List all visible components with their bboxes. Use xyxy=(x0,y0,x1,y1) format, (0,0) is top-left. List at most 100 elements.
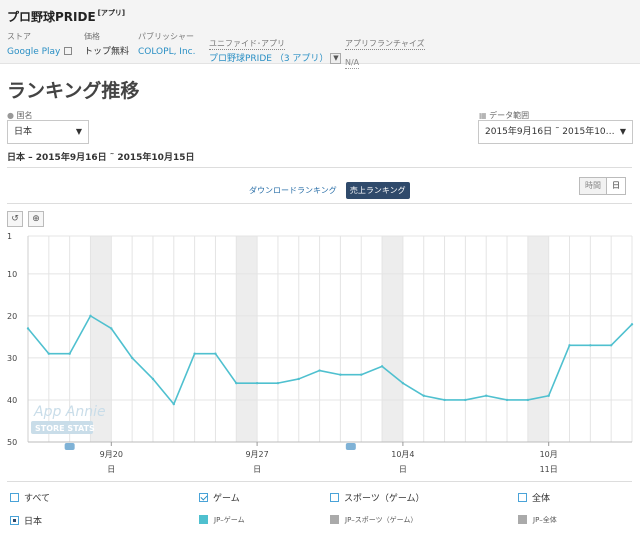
legend-series-jp-sports[interactable]: JP–スポーツ（ゲーム） xyxy=(330,514,417,525)
data-point xyxy=(505,398,509,402)
event-marker-icon xyxy=(64,443,75,450)
legend-game[interactable]: ゲーム xyxy=(199,491,240,504)
legend-sports[interactable]: スポーツ（ゲーム） xyxy=(330,491,425,504)
granularity-toggle: 時間 日 xyxy=(579,177,626,195)
y-tick-label: 40 xyxy=(7,396,17,405)
date-range-value: 2015年9月16日 ˜ 2015年10… xyxy=(485,127,615,137)
country-select[interactable]: 日本 ▼ xyxy=(7,120,89,144)
zoom-button[interactable]: ⊕ xyxy=(28,211,44,227)
unified-app-link[interactable]: プロ野球PRIDE （3 アプリ） ▼ xyxy=(209,53,342,66)
x-tick-label: 10月4 xyxy=(391,450,414,459)
app-header: プロ野球PRIDE [アプリ] ストア Google Play 価格 トップ無料 … xyxy=(0,0,640,69)
x-tick-sublabel: 日 xyxy=(107,465,115,474)
reset-zoom-button[interactable]: ↺ xyxy=(7,211,23,227)
series-swatch xyxy=(199,514,208,524)
zoom-icon: ⊕ xyxy=(32,214,40,224)
watermark-label: STORE STATS xyxy=(35,424,95,433)
weekend-band xyxy=(382,236,403,442)
y-tick-label: 30 xyxy=(7,354,17,363)
legend-categories: すべて ゲーム スポーツ（ゲーム） 全体 xyxy=(0,488,640,508)
data-point xyxy=(339,373,342,376)
data-point xyxy=(464,398,467,402)
data-point xyxy=(193,352,196,355)
data-point xyxy=(297,377,300,381)
chevron-down-icon: ▼ xyxy=(75,127,82,136)
tab-download-ranking[interactable]: ダウンロードランキング xyxy=(245,182,341,199)
data-point xyxy=(47,352,51,355)
data-point xyxy=(276,381,280,385)
legend-series-jp-game[interactable]: JP–ゲーム xyxy=(199,514,245,525)
daily-toggle[interactable]: 日 xyxy=(606,178,625,194)
data-point xyxy=(255,381,259,385)
date-range-select[interactable]: 2015年9月16日 ˜ 2015年10… ▼ xyxy=(478,120,633,144)
range-summary: 日本 – 2015年9月16日 ˜ 2015年10月15日 xyxy=(7,153,195,163)
checkbox-all[interactable] xyxy=(10,493,19,502)
unified-value[interactable]: プロ野球PRIDE （3 アプリ） xyxy=(209,54,328,64)
weekend-band xyxy=(236,236,258,442)
publisher-link[interactable]: COLOPL, Inc. xyxy=(138,46,195,59)
data-point xyxy=(151,377,155,381)
store-value[interactable]: Google Play xyxy=(7,47,60,57)
country-select-value: 日本 xyxy=(14,127,33,137)
external-link-icon[interactable] xyxy=(64,47,73,55)
publisher-label: パブリッシャー xyxy=(138,32,194,41)
app-type-tag: [アプリ] xyxy=(97,9,126,17)
data-point xyxy=(89,314,92,318)
x-tick-sublabel: 日 xyxy=(253,465,261,474)
y-tick-label: 1 xyxy=(7,232,12,241)
tab-revenue-ranking[interactable]: 売上ランキング xyxy=(345,182,410,199)
watermark: App Annie STORE STATS xyxy=(31,404,106,434)
data-point xyxy=(630,323,634,326)
data-point xyxy=(360,373,363,376)
hourly-toggle[interactable]: 時間 xyxy=(580,178,606,194)
legend-series-jp-overall[interactable]: JP–全体 xyxy=(518,514,557,525)
checkbox-sports[interactable] xyxy=(330,493,339,502)
weekend-band xyxy=(527,236,549,442)
y-tick-label: 10 xyxy=(7,270,17,279)
event-marker-icon xyxy=(345,443,356,450)
data-point xyxy=(318,369,321,372)
data-point xyxy=(235,381,238,385)
data-point xyxy=(401,381,405,385)
data-point xyxy=(609,344,613,347)
watermark-logo: App Annie xyxy=(33,404,106,420)
legend-series: 日本 JP–ゲーム JP–スポーツ（ゲーム） JP–全体 xyxy=(0,511,640,531)
checkbox-japan[interactable] xyxy=(10,516,19,525)
ranking-chart: 1 10 20 30 40 50 App Annie STORE STATS 9月20 日 9… xyxy=(7,232,634,474)
data-point xyxy=(214,352,217,355)
ranking-type-tabs: ダウンロードランキング 売上ランキング xyxy=(245,178,410,199)
data-point xyxy=(422,394,425,397)
app-title: プロ野球PRIDE [アプリ] xyxy=(7,8,125,25)
data-point xyxy=(68,352,71,355)
data-point xyxy=(130,356,134,360)
unified-label: ユニファイド･アプリ xyxy=(209,39,285,50)
data-point xyxy=(443,398,446,402)
globe-icon: ● xyxy=(7,111,14,120)
meta-unified: ユニファイド･アプリ プロ野球PRIDE （3 アプリ） ▼ xyxy=(209,31,342,66)
x-tick-label: 9月27 xyxy=(245,450,268,459)
legend-country-japan[interactable]: 日本 xyxy=(10,514,42,527)
legend-all[interactable]: すべて xyxy=(10,491,50,504)
data-point xyxy=(526,398,530,402)
chevron-down-icon: ▼ xyxy=(619,127,626,136)
app-name: プロ野球PRIDE xyxy=(7,10,96,24)
store-link[interactable]: Google Play xyxy=(7,46,73,59)
y-tick-label: 20 xyxy=(7,312,17,321)
calendar-icon: ▦ xyxy=(479,111,487,120)
page-title: ランキング推移 xyxy=(7,80,140,102)
data-point xyxy=(589,344,592,347)
price-label: 価格 xyxy=(84,32,100,41)
series-swatch xyxy=(330,514,339,524)
chevron-down-icon[interactable]: ▼ xyxy=(330,53,342,64)
x-tick-label: 10月 xyxy=(540,450,558,459)
x-tick-sublabel: 日 xyxy=(399,465,407,474)
checkbox-game[interactable] xyxy=(199,493,208,502)
meta-publisher: パブリッシャー COLOPL, Inc. xyxy=(138,31,195,59)
franchise-value: N/A xyxy=(345,58,360,69)
data-point xyxy=(172,402,175,406)
meta-franchise: アプリフランチャイズ N/A xyxy=(345,31,425,69)
price-value: トップ無料 xyxy=(84,47,130,57)
meta-price: 価格 トップ無料 xyxy=(84,31,129,59)
checkbox-overall[interactable] xyxy=(518,493,527,502)
legend-overall[interactable]: 全体 xyxy=(518,491,550,504)
